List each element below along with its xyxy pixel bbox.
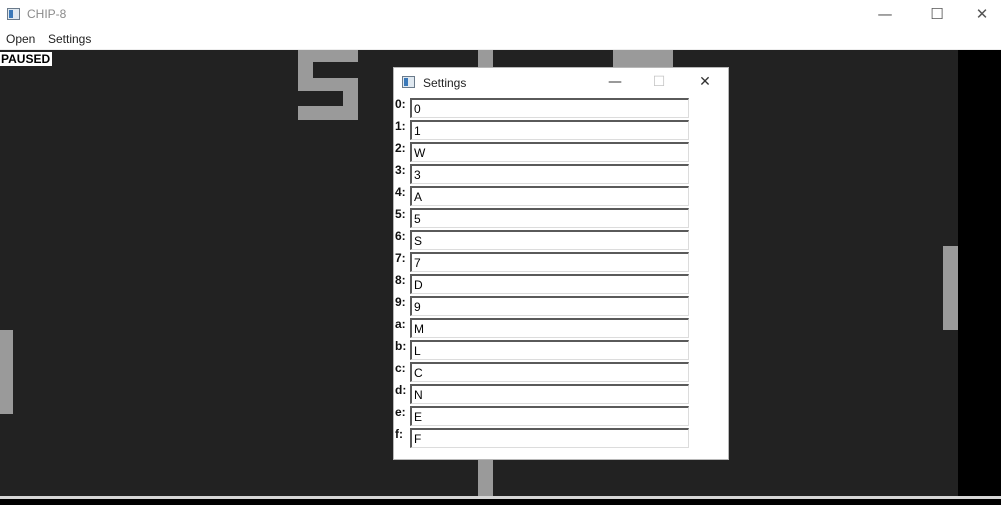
key-label: 1: (395, 119, 406, 133)
app-window-icon (7, 8, 20, 20)
key-row: 6: (394, 229, 728, 252)
dialog-title: Settings (423, 76, 467, 90)
key-binding-input[interactable] (410, 252, 689, 272)
right-paddle (943, 246, 958, 330)
key-binding-input[interactable] (410, 164, 689, 184)
dialog-maximize-button[interactable]: ☐ (636, 68, 682, 96)
key-binding-input[interactable] (410, 340, 689, 360)
title-bar: CHIP-8 — ☐ ✕ (0, 0, 1001, 30)
key-row: 3: (394, 163, 728, 186)
dialog-minimize-button[interactable]: — (592, 68, 638, 96)
key-row: f: (394, 427, 728, 450)
dialog-window-icon (402, 76, 415, 88)
key-row: 7: (394, 251, 728, 274)
key-row: 9: (394, 295, 728, 318)
key-row: 4: (394, 185, 728, 208)
key-label: 3: (395, 163, 406, 177)
key-binding-input[interactable] (410, 208, 689, 228)
paused-indicator: PAUSED (0, 52, 53, 66)
net-segment (478, 460, 493, 496)
window-title: CHIP-8 (27, 7, 67, 21)
maximize-button[interactable]: ☐ (914, 0, 960, 30)
key-binding-input[interactable] (410, 318, 689, 338)
key-label: 2: (395, 141, 406, 155)
key-binding-input[interactable] (410, 296, 689, 316)
key-binding-input[interactable] (410, 186, 689, 206)
key-label: 5: (395, 207, 406, 221)
key-row: d: (394, 383, 728, 406)
key-row: 1: (394, 119, 728, 142)
dialog-close-button[interactable]: ✕ (682, 68, 728, 96)
key-label: 4: (395, 185, 406, 199)
key-binding-input[interactable] (410, 384, 689, 404)
key-row: 2: (394, 141, 728, 164)
key-label: 0: (395, 97, 406, 111)
key-row: c: (394, 361, 728, 384)
display-border-right (958, 50, 1001, 496)
key-binding-input[interactable] (410, 98, 689, 118)
left-paddle (0, 330, 13, 414)
key-row: 8: (394, 273, 728, 296)
key-label: 8: (395, 273, 406, 287)
key-row: e: (394, 405, 728, 428)
key-label: a: (395, 317, 406, 331)
key-binding-input[interactable] (410, 142, 689, 162)
key-label: 6: (395, 229, 406, 243)
key-label: d: (395, 383, 407, 397)
key-label: e: (395, 405, 406, 419)
key-label: 7: (395, 251, 406, 265)
display-border-bottom (0, 496, 1001, 505)
key-row: 0: (394, 97, 728, 120)
key-binding-input[interactable] (410, 362, 689, 382)
key-row: b: (394, 339, 728, 362)
close-button[interactable]: ✕ (959, 0, 1001, 30)
key-label: b: (395, 339, 407, 353)
key-binding-input[interactable] (410, 230, 689, 250)
key-binding-input[interactable] (410, 120, 689, 140)
minimize-button[interactable]: — (862, 0, 908, 30)
settings-dialog: Settings — ☐ ✕ 0: 1: 2: 3: 4: 5: 6: 7: 8: 9: a: b: c… (394, 68, 728, 459)
key-binding-input[interactable] (410, 406, 689, 426)
menu-settings[interactable]: Settings (48, 32, 91, 46)
menu-bar: Open Settings (0, 30, 1001, 50)
key-label: c: (395, 361, 406, 375)
net-segment (478, 50, 493, 68)
key-row: a: (394, 317, 728, 340)
key-binding-input[interactable] (410, 428, 689, 448)
key-row: 5: (394, 207, 728, 230)
menu-open[interactable]: Open (6, 32, 35, 46)
key-binding-input[interactable] (410, 274, 689, 294)
key-label: f: (395, 427, 403, 441)
key-label: 9: (395, 295, 406, 309)
